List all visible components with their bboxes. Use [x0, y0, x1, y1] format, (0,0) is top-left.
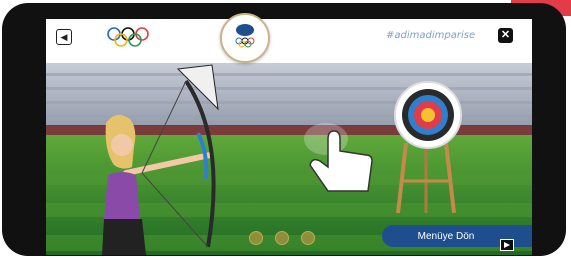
close-icon[interactable]: ✕ — [498, 28, 513, 43]
game-screen: ◀ #adimadimparise ✕ Menüye Dön — [46, 19, 532, 255]
top-bar: ◀ #adimadimparise ✕ — [46, 19, 532, 63]
arrow-token — [275, 231, 289, 245]
menu-button-label: Menüye Dön — [417, 230, 475, 242]
olympic-rings-icon — [107, 27, 149, 47]
arrows-remaining — [249, 231, 315, 245]
arrow-token — [301, 231, 315, 245]
emblem-logo — [220, 13, 270, 63]
phone-frame: ◀ #adimadimparise ✕ Menüye Dön — [2, 3, 566, 256]
speaker-icon[interactable]: ◀ — [56, 29, 72, 45]
hashtag-text: #adimadimparise — [386, 30, 476, 41]
play-icon[interactable] — [500, 239, 514, 251]
arrow-token — [249, 231, 263, 245]
target — [394, 81, 462, 149]
